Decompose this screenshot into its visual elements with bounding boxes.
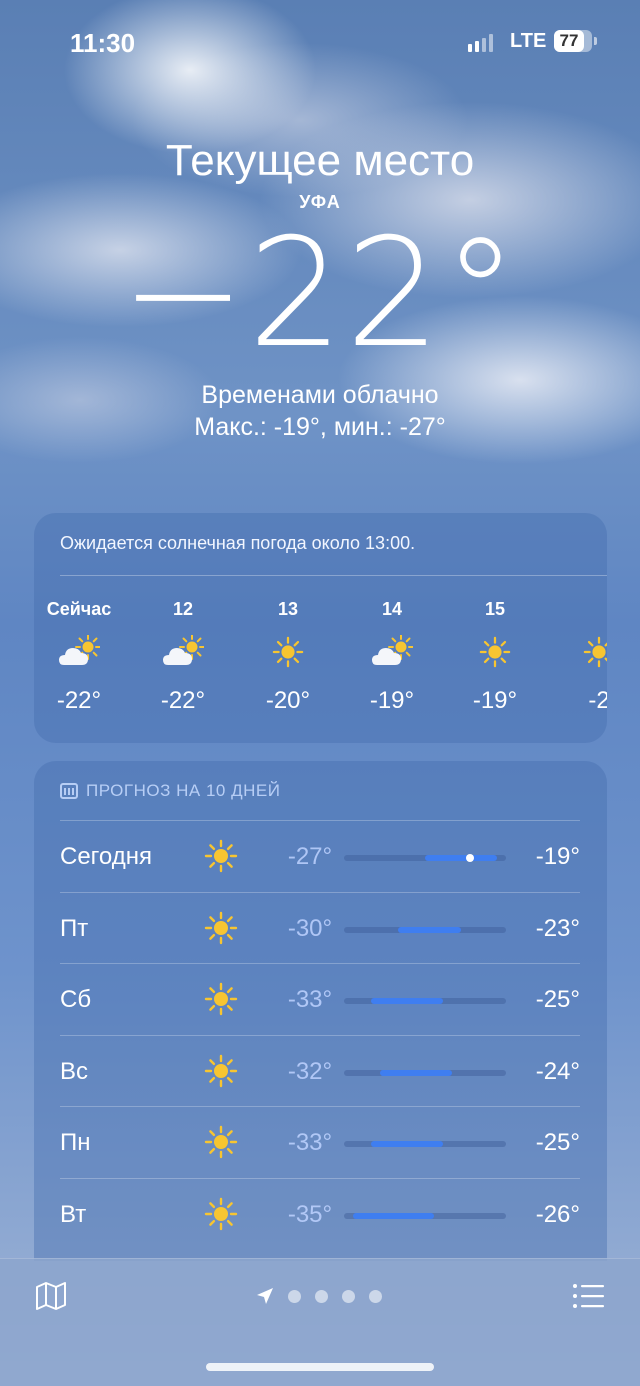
- status-time: 11:30: [70, 28, 136, 58]
- hour-temperature: -19°: [472, 687, 518, 714]
- daily-forecast-row[interactable]: Сб -33° -25°: [60, 963, 580, 1034]
- hourly-item: -2: [554, 599, 607, 715]
- page-dot[interactable]: [342, 1289, 355, 1303]
- network-type: LTE: [510, 30, 547, 52]
- hour-label: [554, 599, 607, 621]
- hour-label: 12: [172, 599, 194, 619]
- hourly-item: Сейчас -22°: [34, 599, 124, 715]
- sun-icon: [554, 633, 607, 671]
- status-bar: 11:30 LTE 77: [0, 26, 640, 60]
- temperature-range-fill: [371, 998, 443, 1004]
- hour-temperature: -20°: [265, 687, 311, 714]
- location-title: Текущее место: [165, 136, 475, 185]
- daily-forecast-row[interactable]: Сегодня -27° -19°: [60, 820, 580, 891]
- temperature-range-bar: [344, 1212, 506, 1219]
- hourly-item: 15 -19°: [450, 599, 540, 715]
- hour-label: Сейчас: [46, 599, 112, 619]
- page-dot[interactable]: [288, 1289, 301, 1303]
- sun-icon: [204, 1125, 238, 1159]
- temperature-range-fill: [380, 1069, 452, 1076]
- location-arrow-icon: [257, 1288, 273, 1304]
- hour-temperature: -22°: [56, 687, 102, 714]
- high-temperature: -19°: [535, 843, 580, 870]
- sun-icon: [243, 633, 333, 671]
- temperature-range-bar: [344, 998, 506, 1004]
- hourly-item: 14 -19°: [347, 599, 437, 715]
- sun-icon: [204, 1197, 238, 1231]
- partly-cloudy-icon: [34, 633, 124, 671]
- battery-icon: 77: [554, 30, 597, 52]
- daily-forecast-title: ПРОГНОЗ НА 10 ДНЕЙ: [86, 781, 281, 800]
- high-low-temperature: Макс.: -19°, мин.: -27°: [194, 413, 446, 441]
- temperature-range-bar: [344, 1069, 506, 1076]
- hour-label: 14: [381, 599, 403, 619]
- hour-temperature: -19°: [369, 687, 415, 714]
- temperature-range-bar: [344, 1141, 506, 1147]
- page-dot[interactable]: [369, 1289, 382, 1303]
- hour-temperature: -22°: [160, 687, 206, 714]
- day-label: Сб: [60, 986, 92, 1013]
- high-temperature: -23°: [535, 914, 580, 942]
- temperature-range-bar: [344, 854, 506, 862]
- battery-level: 77: [559, 31, 579, 50]
- sun-icon: [204, 839, 238, 873]
- current-temp-marker: [466, 854, 474, 862]
- daily-forecast-row[interactable]: Пт -30° -23°: [60, 891, 580, 963]
- sun-icon: [204, 1054, 238, 1088]
- daily-forecast-row[interactable]: Пн -33° -25°: [60, 1106, 580, 1177]
- signal-icon: [468, 32, 493, 52]
- partly-cloudy-icon: [347, 633, 437, 671]
- page-indicator[interactable]: [256, 1287, 382, 1305]
- page-dot[interactable]: [315, 1289, 328, 1303]
- hour-label: 15: [484, 599, 506, 619]
- temperature-range-fill: [425, 855, 497, 861]
- forecast-message: Ожидается солнечная погода около 13:00.: [60, 533, 416, 553]
- day-label: Вс: [60, 1057, 89, 1085]
- high-temperature: -26°: [535, 1200, 580, 1228]
- hour-label: 13: [277, 599, 299, 619]
- daily-forecast-row[interactable]: Вт -35° -26°: [60, 1177, 580, 1249]
- divider: [60, 575, 607, 576]
- day-label: Пн: [60, 1129, 91, 1156]
- hourly-item: 13 -20°: [243, 599, 333, 715]
- day-label: Пт: [60, 914, 89, 942]
- sun-icon: [204, 911, 238, 945]
- sun-icon: [450, 633, 540, 671]
- home-indicator[interactable]: [206, 1363, 434, 1371]
- temperature-range-fill: [371, 1141, 443, 1147]
- hour-temperature: -2: [588, 687, 607, 714]
- sun-icon: [204, 982, 238, 1016]
- calendar-icon: [60, 783, 78, 799]
- bottom-toolbar: [0, 1258, 640, 1386]
- temperature-range-bar: [344, 926, 506, 933]
- map-icon[interactable]: [34, 1281, 68, 1311]
- high-temperature: -24°: [535, 1057, 580, 1085]
- partly-cloudy-icon: [138, 633, 228, 671]
- temperature-range-fill: [398, 926, 461, 933]
- high-temperature: -25°: [535, 1129, 580, 1156]
- list-icon[interactable]: [572, 1283, 604, 1309]
- daily-forecast-header: ПРОГНОЗ НА 10 ДНЕЙ: [60, 781, 280, 801]
- daily-forecast-card[interactable]: ПРОГНОЗ НА 10 ДНЕЙ Сегодня -27° -19° Пт -…: [34, 761, 607, 1261]
- hourly-forecast-card[interactable]: Ожидается солнечная погода около 13:00. …: [34, 513, 607, 743]
- high-temperature: -25°: [535, 986, 580, 1013]
- temperature-range-fill: [353, 1212, 434, 1219]
- hourly-item: 12 -22°: [138, 599, 228, 715]
- current-temperature: −22°: [120, 207, 520, 381]
- weather-condition: Временами облачно: [201, 381, 439, 409]
- daily-forecast-row[interactable]: Вс -32° -24°: [60, 1034, 580, 1106]
- day-label: Вт: [60, 1200, 87, 1228]
- day-label: Сегодня: [60, 843, 152, 870]
